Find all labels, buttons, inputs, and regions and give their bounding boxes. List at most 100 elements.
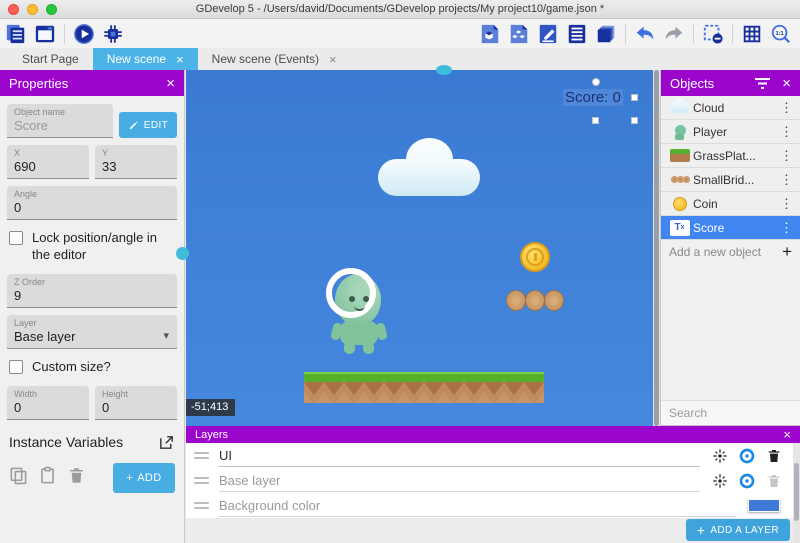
objects-editor-icon[interactable] <box>477 21 503 47</box>
object-menu-icon[interactable]: ⋮ <box>778 124 795 140</box>
debug-icon[interactable] <box>100 21 126 47</box>
window-close-button[interactable] <box>8 4 19 15</box>
scene-window-icon[interactable] <box>32 21 58 47</box>
delete-layer-icon[interactable] <box>766 448 782 464</box>
background-color-swatch[interactable] <box>748 499 780 512</box>
object-name-field[interactable]: Object name Score <box>7 104 113 138</box>
layer-row-background-color: Background color <box>186 493 800 518</box>
object-row-player[interactable]: Player ⋮ <box>661 120 800 144</box>
gdevelop-window: GDevelop 5 - /Users/david/Documents/GDev… <box>0 0 800 543</box>
objects-search <box>661 400 800 426</box>
y-field[interactable]: Y 33 <box>95 145 177 179</box>
window-zoom-button[interactable] <box>46 4 57 15</box>
panel-resize-handle-top[interactable] <box>436 65 452 75</box>
player-instance[interactable] <box>326 266 392 354</box>
tab-new-scene-events[interactable]: New scene (Events) × <box>198 48 351 70</box>
scene-properties-icon[interactable] <box>535 21 561 47</box>
toolbar-left-group <box>0 21 126 47</box>
layer-name-input[interactable]: UI <box>219 445 700 467</box>
traffic-lights <box>8 4 57 15</box>
window-minimize-button[interactable] <box>27 4 38 15</box>
object-row-coin[interactable]: Coin ⋮ <box>661 192 800 216</box>
small-bridge-instance[interactable] <box>506 290 563 311</box>
coin-instance[interactable] <box>520 242 550 272</box>
object-menu-icon[interactable]: ⋮ <box>778 148 795 164</box>
player-object-icon <box>666 124 693 140</box>
score-text-instance[interactable]: Score: 0 <box>563 89 623 106</box>
cloud-instance[interactable] <box>378 138 480 196</box>
layers-editor-icon[interactable] <box>593 21 619 47</box>
lock-position-checkbox[interactable] <box>9 231 23 245</box>
selection-handle[interactable] <box>631 94 638 101</box>
panel-resize-handle-left[interactable] <box>176 247 189 260</box>
text-object-icon: Tx <box>666 220 693 236</box>
edit-object-button[interactable]: EDIT <box>119 112 177 138</box>
trash-icon[interactable] <box>67 466 86 490</box>
angle-field[interactable]: Angle 0 <box>7 186 177 220</box>
layer-row-base: Base layer <box>186 468 800 493</box>
object-groups-icon[interactable] <box>506 21 532 47</box>
delete-layer-icon[interactable] <box>766 473 782 489</box>
tab-close-icon[interactable]: × <box>329 53 337 66</box>
toolbar-separator <box>64 24 65 44</box>
z-order-field[interactable]: Z Order 9 <box>7 274 177 308</box>
close-icon[interactable]: × <box>166 76 175 91</box>
zoom-1-1-icon[interactable]: 1:1 <box>768 21 794 47</box>
custom-size-checkbox[interactable] <box>9 360 23 374</box>
layer-select[interactable]: Layer Base layer ▾ <box>7 315 177 349</box>
x-field[interactable]: X 690 <box>7 145 89 179</box>
selection-rotate-handle[interactable] <box>592 78 600 86</box>
width-field[interactable]: Width 0 <box>7 386 89 420</box>
filter-icon[interactable] <box>755 77 770 90</box>
visibility-eye-icon[interactable] <box>739 473 755 489</box>
add-variable-button[interactable]: + ADD <box>113 463 175 493</box>
grid-icon[interactable] <box>739 21 765 47</box>
close-icon[interactable]: × <box>783 428 791 441</box>
lock-position-label: Lock position/angle in the editor <box>32 230 175 264</box>
toolbar-separator <box>732 24 733 44</box>
search-input[interactable] <box>669 406 800 420</box>
grass-platform-instance[interactable] <box>304 372 544 403</box>
drag-handle-icon[interactable] <box>194 502 209 509</box>
layers-footer: + ADD A LAYER <box>186 518 800 543</box>
scene-canvas[interactable]: Score: 0 <box>186 70 660 426</box>
object-menu-icon[interactable]: ⋮ <box>778 196 795 212</box>
delete-selection-icon[interactable] <box>700 21 726 47</box>
instances-list-icon[interactable] <box>564 21 590 47</box>
effects-icon[interactable] <box>712 473 728 489</box>
object-row-cloud[interactable]: Cloud ⋮ <box>661 96 800 120</box>
tab-close-icon[interactable]: × <box>176 53 184 66</box>
layer-name-input[interactable]: Base layer <box>219 470 700 492</box>
effects-icon[interactable] <box>712 448 728 464</box>
object-row-score[interactable]: Tx Score ⋮ <box>661 216 800 240</box>
object-menu-icon[interactable]: ⋮ <box>778 100 795 116</box>
add-new-object-button[interactable]: Add a new object + <box>661 240 800 264</box>
visibility-eye-icon[interactable] <box>739 448 755 464</box>
close-icon[interactable]: × <box>782 76 791 91</box>
object-row-grassplatform[interactable]: GrassPlat... ⋮ <box>661 144 800 168</box>
object-menu-icon[interactable]: ⋮ <box>778 172 795 188</box>
properties-panel: Properties × Object name Score EDIT X 69… <box>0 70 185 543</box>
project-manager-icon[interactable] <box>3 21 29 47</box>
tab-new-scene[interactable]: New scene × <box>93 48 198 70</box>
object-menu-icon[interactable]: ⋮ <box>778 220 795 236</box>
undo-icon[interactable] <box>632 21 658 47</box>
add-layer-button[interactable]: + ADD A LAYER <box>686 519 790 541</box>
drag-handle-icon[interactable] <box>194 477 209 484</box>
tab-start-page[interactable]: Start Page <box>8 48 93 70</box>
selection-handle[interactable] <box>592 117 599 124</box>
copy-icon[interactable] <box>9 466 28 490</box>
play-icon[interactable] <box>71 21 97 47</box>
layers-vertical-scrollbar[interactable] <box>793 443 800 543</box>
redo-icon[interactable] <box>661 21 687 47</box>
canvas-vertical-scrollbar[interactable] <box>653 70 660 426</box>
open-in-new-icon[interactable] <box>158 434 175 451</box>
instance-variables-title: Instance Variables <box>9 434 158 450</box>
height-field[interactable]: Height 0 <box>95 386 177 420</box>
object-row-smallbridge[interactable]: SmallBrid... ⋮ <box>661 168 800 192</box>
custom-size-label: Custom size? <box>32 359 111 376</box>
selection-handle[interactable] <box>631 117 638 124</box>
paste-icon[interactable] <box>38 466 57 490</box>
drag-handle-icon[interactable] <box>194 452 209 459</box>
background-color-label: Background color <box>219 495 736 517</box>
